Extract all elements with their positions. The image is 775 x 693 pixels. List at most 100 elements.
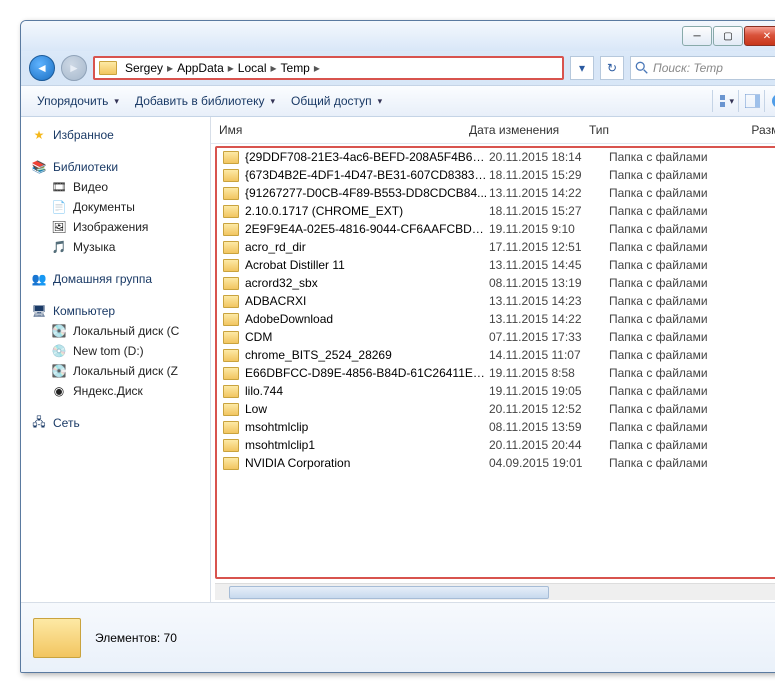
file-name: CDM [245, 330, 489, 344]
table-row[interactable]: CDM07.11.2015 17:33Папка с файлами [217, 328, 775, 346]
table-row[interactable]: lilo.74419.11.2015 19:05Папка с файлами [217, 382, 775, 400]
folder-icon [223, 439, 239, 452]
help-button[interactable]: ? [764, 90, 775, 112]
file-date: 04.09.2015 19:01 [489, 456, 609, 470]
file-name: Low [245, 402, 489, 416]
nav-music[interactable]: 🎵Музыка [25, 237, 206, 257]
table-row[interactable]: chrome_BITS_2524_2826914.11.2015 11:07Па… [217, 346, 775, 364]
nav-yandex-disk[interactable]: ◉Яндекс.Диск [25, 381, 206, 401]
nav-homegroup[interactable]: 👥Домашняя группа [25, 269, 206, 289]
folder-icon [223, 241, 239, 254]
table-row[interactable]: NVIDIA Corporation04.09.2015 19:01Папка … [217, 454, 775, 472]
table-row[interactable]: Acrobat Distiller 1113.11.2015 14:45Папк… [217, 256, 775, 274]
file-name: E66DBFCC-D89E-4856-B84D-61C26411E03E [245, 366, 489, 380]
file-type: Папка с файлами [609, 150, 739, 164]
col-size[interactable]: Разме [719, 123, 775, 137]
drive-icon: 💽 [51, 363, 67, 379]
drive-icon: 💿 [51, 343, 67, 359]
table-row[interactable]: ADBACRXI13.11.2015 14:23Папка с файлами [217, 292, 775, 310]
breadcrumb-seg[interactable]: Sergey [121, 61, 167, 75]
add-to-library-menu[interactable]: Добавить в библиотеку [127, 94, 283, 108]
nav-drive-d[interactable]: 💿New tom (D:) [25, 341, 206, 361]
music-icon: 🎵 [51, 239, 67, 255]
col-type[interactable]: Тип [589, 123, 719, 137]
file-date: 08.11.2015 13:19 [489, 276, 609, 290]
nav-computer[interactable]: 🖥Компьютер [25, 301, 206, 321]
maximize-button[interactable]: ▢ [713, 26, 743, 46]
close-button[interactable]: ✕ [744, 26, 775, 46]
nav-network[interactable]: 🖧Сеть [25, 413, 206, 433]
file-list: {29DDF708-21E3-4ac6-BEFD-208A5F4B6B...20… [215, 146, 775, 579]
table-row[interactable]: {29DDF708-21E3-4ac6-BEFD-208A5F4B6B...20… [217, 148, 775, 166]
nav-drive-z[interactable]: 💽Локальный диск (Z [25, 361, 206, 381]
file-name: 2.10.0.1717 (CHROME_EXT) [245, 204, 489, 218]
table-row[interactable]: Low20.11.2015 12:52Папка с файлами [217, 400, 775, 418]
table-row[interactable]: {91267277-D0CB-4F89-B553-DD8CDCB84...13.… [217, 184, 775, 202]
nav-favorites[interactable]: ★Избранное [25, 125, 206, 145]
table-row[interactable]: acro_rd_dir17.11.2015 12:51Папка с файла… [217, 238, 775, 256]
minimize-button[interactable]: ─ [682, 26, 712, 46]
table-row[interactable]: E66DBFCC-D89E-4856-B84D-61C26411E03E19.1… [217, 364, 775, 382]
share-menu[interactable]: Общий доступ [283, 94, 390, 108]
file-date: 20.11.2015 18:14 [489, 150, 609, 164]
organize-menu[interactable]: Упорядочить [29, 94, 127, 108]
history-dropdown[interactable]: ▾ [570, 56, 594, 80]
file-type: Папка с файлами [609, 330, 739, 344]
back-button[interactable]: ◄ [29, 55, 55, 81]
file-name: Acrobat Distiller 11 [245, 258, 489, 272]
item-count: Элементов: 70 [95, 631, 177, 645]
file-type: Папка с файлами [609, 384, 739, 398]
nav-drive-c[interactable]: 💽Локальный диск (C [25, 321, 206, 341]
network-icon: 🖧 [31, 415, 47, 431]
file-type: Папка с файлами [609, 402, 739, 416]
table-row[interactable]: AdobeDownload13.11.2015 14:22Папка с фай… [217, 310, 775, 328]
file-type: Папка с файлами [609, 240, 739, 254]
table-row[interactable]: {673D4B2E-4DF1-4D47-BE31-607CD83833...18… [217, 166, 775, 184]
table-row[interactable]: msohtmlclip08.11.2015 13:59Папка с файла… [217, 418, 775, 436]
file-name: AdobeDownload [245, 312, 489, 326]
folder-icon [223, 277, 239, 290]
homegroup-icon: 👥 [31, 271, 47, 287]
breadcrumb[interactable]: Sergey▸ AppData▸ Local▸ Temp▸ [93, 56, 564, 80]
breadcrumb-seg[interactable]: Temp [277, 61, 314, 75]
nav-libraries[interactable]: 📚Библиотеки [25, 157, 206, 177]
breadcrumb-seg[interactable]: Local [234, 61, 271, 75]
nav-pane: ★Избранное 📚Библиотеки 🎞Видео 📄Документы… [21, 117, 211, 602]
table-row[interactable]: msohtmlclip120.11.2015 20:44Папка с файл… [217, 436, 775, 454]
file-date: 20.11.2015 20:44 [489, 438, 609, 452]
explorer-window: ─ ▢ ✕ ◄ ► Sergey▸ AppData▸ Local▸ Temp▸ … [20, 20, 775, 673]
nav-pictures[interactable]: 🖼Изображения [25, 217, 206, 237]
breadcrumb-seg[interactable]: AppData [173, 61, 228, 75]
nav-documents[interactable]: 📄Документы [25, 197, 206, 217]
file-type: Папка с файлами [609, 204, 739, 218]
file-type: Папка с файлами [609, 312, 739, 326]
file-type: Папка с файлами [609, 258, 739, 272]
file-date: 19.11.2015 19:05 [489, 384, 609, 398]
file-date: 13.11.2015 14:23 [489, 294, 609, 308]
nav-video[interactable]: 🎞Видео [25, 177, 206, 197]
search-icon [635, 61, 649, 75]
file-name: {91267277-D0CB-4F89-B553-DD8CDCB84... [245, 186, 489, 200]
refresh-button[interactable]: ↻ [600, 56, 624, 80]
view-mode-button[interactable] [712, 90, 734, 112]
titlebar: ─ ▢ ✕ [21, 21, 775, 51]
file-name: 2E9F9E4A-02E5-4816-9044-CF6AAFCBDF8B [245, 222, 489, 236]
col-name[interactable]: Имя [219, 123, 469, 137]
table-row[interactable]: 2E9F9E4A-02E5-4816-9044-CF6AAFCBDF8B19.1… [217, 220, 775, 238]
table-row[interactable]: acrord32_sbx08.11.2015 13:19Папка с файл… [217, 274, 775, 292]
file-date: 18.11.2015 15:27 [489, 204, 609, 218]
folder-icon [223, 421, 239, 434]
forward-button[interactable]: ► [61, 55, 87, 81]
col-date[interactable]: Дата изменения [469, 123, 589, 137]
file-date: 13.11.2015 14:45 [489, 258, 609, 272]
video-icon: 🎞 [51, 179, 67, 195]
help-icon: ? [771, 93, 775, 109]
pic-icon: 🖼 [51, 219, 67, 235]
yadisk-icon: ◉ [51, 383, 67, 399]
search-input[interactable]: Поиск: Temp [630, 56, 775, 80]
horizontal-scrollbar[interactable] [215, 583, 775, 600]
preview-pane-button[interactable] [738, 90, 760, 112]
file-date: 14.11.2015 11:07 [489, 348, 609, 362]
table-row[interactable]: 2.10.0.1717 (CHROME_EXT)18.11.2015 15:27… [217, 202, 775, 220]
scroll-thumb[interactable] [229, 586, 549, 599]
